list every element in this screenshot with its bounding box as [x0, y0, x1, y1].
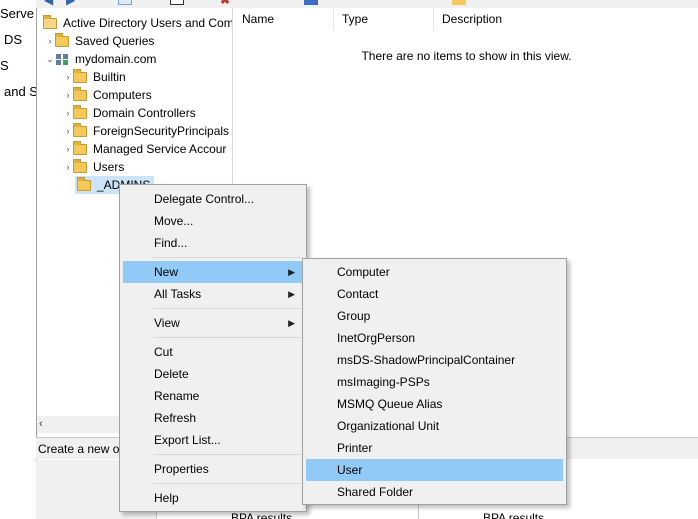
- expand-icon[interactable]: ›: [63, 122, 73, 140]
- expand-icon[interactable]: ›: [63, 104, 73, 122]
- menu-item-find[interactable]: Find...: [123, 232, 303, 254]
- submenu-item-msds-shadow-principal-container[interactable]: msDS-ShadowPrincipalContainer: [306, 349, 563, 371]
- delete-icon[interactable]: ✖: [220, 0, 234, 7]
- submenu-item-msimaging-psps[interactable]: msImaging-PSPs: [306, 371, 563, 393]
- menu-separator: [153, 454, 301, 455]
- tree-item-label: ForeignSecurityPrincipals: [93, 124, 230, 138]
- folder-icon: [73, 140, 87, 155]
- tree-item-label: Users: [93, 160, 125, 174]
- menu-item-delete[interactable]: Delete: [123, 363, 303, 385]
- tree-item-foreign-security-principals[interactable]: › ForeignSecurityPrincipals: [63, 122, 229, 140]
- properties-icon[interactable]: [170, 0, 184, 5]
- tree-item-label: Domain Controllers: [93, 106, 196, 120]
- submenu-item-inetorgperson[interactable]: InetOrgPerson: [306, 327, 563, 349]
- menu-separator: [153, 483, 301, 484]
- submenu-item-organizational-unit[interactable]: Organizational Unit: [306, 415, 563, 437]
- tree-item-label: mydomain.com: [75, 52, 157, 66]
- column-header-type[interactable]: Type: [334, 8, 434, 30]
- tree-item-label: Saved Queries: [75, 34, 155, 48]
- help-icon[interactable]: [304, 0, 318, 5]
- background-text-4: and S: [4, 84, 38, 99]
- submenu-item-computer[interactable]: Computer: [306, 261, 563, 283]
- folder-icon: [73, 158, 87, 173]
- menu-separator: [153, 308, 301, 309]
- new-submenu: Computer Contact Group InetOrgPerson msD…: [302, 258, 567, 505]
- menu-item-move[interactable]: Move...: [123, 210, 303, 232]
- menu-separator: [153, 337, 301, 338]
- background-text-1: Serve: [0, 6, 34, 21]
- bpa-results-label: BPA results: [483, 511, 545, 519]
- folder-icon: [73, 68, 87, 83]
- expand-icon[interactable]: ›: [45, 32, 55, 50]
- menu-item-export-list[interactable]: Export List...: [123, 429, 303, 451]
- column-header-description[interactable]: Description: [434, 8, 698, 30]
- expand-icon[interactable]: ›: [63, 68, 73, 86]
- submenu-item-printer[interactable]: Printer: [306, 437, 563, 459]
- tree-root[interactable]: Active Directory Users and Com: [43, 14, 233, 32]
- submenu-item-msmq-queue-alias[interactable]: MSMQ Queue Alias: [306, 393, 563, 415]
- background-panel: Serve DS S and S: [0, 0, 38, 519]
- empty-list-message: There are no items to show in this view.: [361, 49, 572, 63]
- menu-separator: [153, 257, 301, 258]
- menu-item-new[interactable]: New ▶: [123, 261, 303, 283]
- submenu-item-shared-folder[interactable]: Shared Folder: [306, 481, 563, 503]
- submenu-arrow-icon: ▶: [288, 267, 295, 277]
- submenu-item-group[interactable]: Group: [306, 305, 563, 327]
- bpa-results-label: BPA results: [231, 511, 293, 519]
- tree-item-label: Computers: [93, 88, 152, 102]
- tree-item-label: Managed Service Accour: [93, 142, 227, 156]
- tree-item-managed-service-accounts[interactable]: › Managed Service Accour: [63, 140, 226, 158]
- scroll-left-icon[interactable]: ‹: [39, 416, 43, 433]
- menu-item-cut[interactable]: Cut: [123, 341, 303, 363]
- aduc-icon: [43, 14, 57, 29]
- column-header-name[interactable]: Name: [234, 8, 334, 30]
- tree-item-saved-queries[interactable]: › Saved Queries: [45, 32, 154, 50]
- expand-icon[interactable]: ›: [63, 140, 73, 158]
- tree-item-builtin[interactable]: › Builtin: [63, 68, 126, 86]
- expand-icon[interactable]: ›: [63, 158, 73, 176]
- background-text-2: DS: [4, 32, 23, 47]
- expand-icon[interactable]: ›: [63, 86, 73, 104]
- tree-item-users[interactable]: › Users: [63, 158, 124, 176]
- tree-root-label: Active Directory Users and Com: [63, 16, 233, 30]
- folder-icon: [73, 122, 87, 137]
- submenu-item-contact[interactable]: Contact: [306, 283, 563, 305]
- toolbar: ◀ ▶ ✖: [36, 0, 698, 8]
- menu-item-label: All Tasks: [154, 287, 202, 301]
- menu-item-help[interactable]: Help: [123, 487, 303, 509]
- tree-item-domain-controllers[interactable]: › Domain Controllers: [63, 104, 196, 122]
- submenu-arrow-icon: ▶: [288, 318, 295, 328]
- menu-item-view[interactable]: View ▶: [123, 312, 303, 334]
- forward-icon[interactable]: ▶: [66, 0, 80, 7]
- folder-icon: [73, 86, 87, 101]
- context-menu: Delegate Control... Move... Find... New …: [119, 184, 307, 512]
- menu-item-all-tasks[interactable]: All Tasks ▶: [123, 283, 303, 305]
- domain-icon: [55, 53, 69, 66]
- submenu-arrow-icon: ▶: [288, 289, 295, 299]
- ou-folder-icon: [73, 104, 87, 119]
- folder-icon: [55, 32, 69, 47]
- submenu-item-user[interactable]: User: [306, 459, 563, 481]
- menu-item-label: New: [154, 265, 179, 279]
- menu-item-properties[interactable]: Properties: [123, 458, 303, 480]
- menu-item-rename[interactable]: Rename: [123, 385, 303, 407]
- new-folder-icon[interactable]: [452, 0, 466, 5]
- menu-item-refresh[interactable]: Refresh: [123, 407, 303, 429]
- menu-item-label: View: [154, 316, 180, 330]
- background-text-3: S: [0, 58, 9, 73]
- ou-folder-icon: [77, 176, 91, 191]
- menu-item-delegate-control[interactable]: Delegate Control...: [123, 188, 303, 210]
- collapse-icon[interactable]: ⌄: [45, 50, 55, 68]
- console-tree-icon[interactable]: [118, 0, 132, 5]
- tree-item-domain[interactable]: ⌄ mydomain.com: [45, 50, 156, 68]
- tree-item-computers[interactable]: › Computers: [63, 86, 152, 104]
- back-icon[interactable]: ◀: [44, 0, 58, 7]
- tree-item-label: Builtin: [93, 70, 126, 84]
